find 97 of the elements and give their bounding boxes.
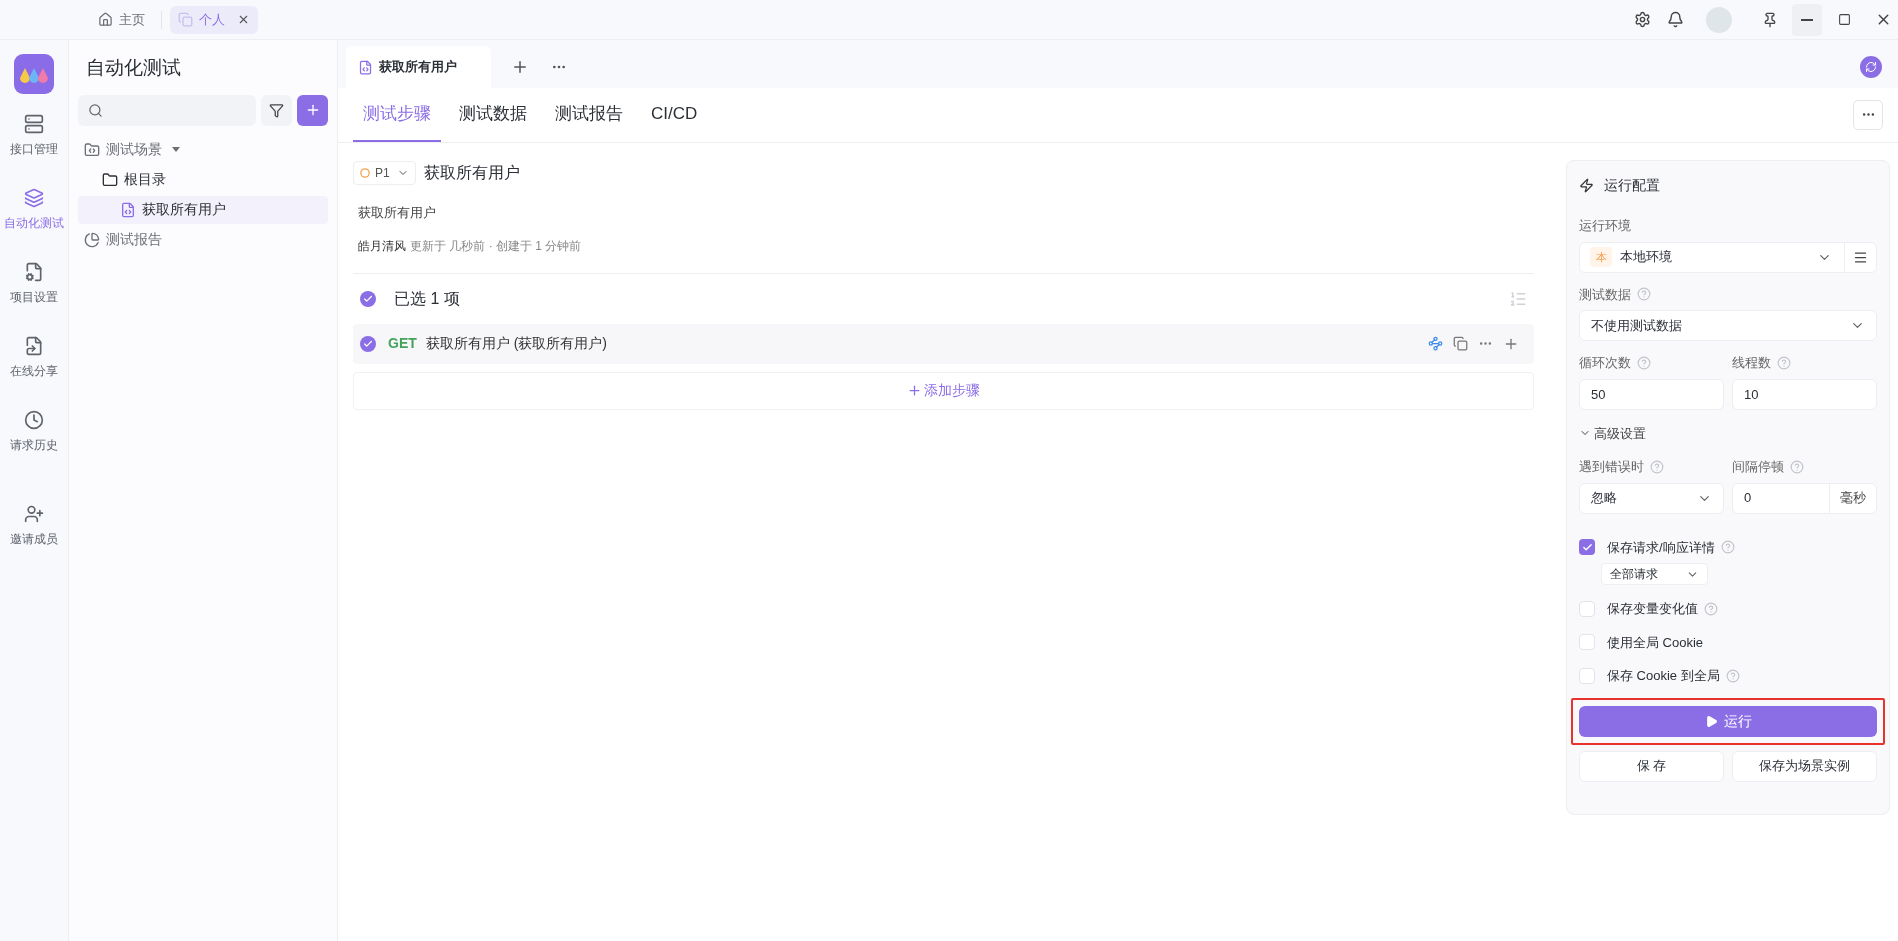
- interval-input[interactable]: 0 毫秒: [1732, 482, 1877, 514]
- plus-icon: [907, 383, 922, 398]
- check-icon: [1581, 541, 1593, 553]
- play-icon: [1704, 714, 1718, 728]
- tree-item[interactable]: 测试报告: [78, 225, 328, 254]
- add-button[interactable]: [297, 94, 328, 126]
- copy-icon[interactable]: [1453, 336, 1468, 351]
- nav-icon: [24, 114, 44, 134]
- refresh-button[interactable]: [1860, 56, 1882, 78]
- selection-count: 已选 1 项: [394, 288, 460, 309]
- nav-item[interactable]: 接口管理: [0, 114, 68, 158]
- number-input[interactable]: 10: [1732, 378, 1877, 410]
- section-tab[interactable]: 测试报告: [545, 87, 633, 142]
- advanced-toggle[interactable]: 高级设置: [1579, 423, 1646, 443]
- nav-item[interactable]: 项目设置: [0, 262, 68, 306]
- tree-item[interactable]: 根目录: [78, 165, 328, 194]
- app-logo[interactable]: [14, 54, 54, 94]
- check-icon: [363, 338, 373, 349]
- checkbox[interactable]: [360, 335, 376, 352]
- minimize-button[interactable]: [1792, 3, 1822, 36]
- nav-icon: [24, 188, 44, 208]
- option-label: 使用全局 Cookie: [1607, 633, 1704, 652]
- folder-icon: [102, 171, 118, 188]
- bell-icon[interactable]: [1667, 11, 1684, 28]
- checkbox[interactable]: [1579, 667, 1595, 684]
- nav-item[interactable]: 邀请成员: [10, 504, 58, 548]
- search-icon: [88, 102, 103, 118]
- priority-dot-icon: [360, 168, 370, 178]
- minus-icon: [1801, 18, 1813, 21]
- request-scope-select[interactable]: 全部请求: [1601, 563, 1708, 585]
- environment-badge: 本: [1590, 247, 1612, 267]
- user-plus-icon: [24, 504, 44, 524]
- lightning-icon: [1579, 178, 1594, 193]
- section-tab[interactable]: CI/CD: [641, 87, 708, 142]
- http-method: GET: [388, 334, 417, 353]
- section-tab[interactable]: 测试步骤: [353, 87, 441, 142]
- environment-select[interactable]: 本 本地环境: [1579, 241, 1877, 273]
- priority-select[interactable]: P1: [353, 161, 416, 185]
- settings-icon[interactable]: [1634, 11, 1651, 28]
- number-input[interactable]: 50: [1579, 378, 1724, 410]
- home-icon: [98, 12, 113, 27]
- menu-icon[interactable]: [1853, 249, 1868, 265]
- pin-icon[interactable]: [1762, 11, 1778, 28]
- link-icon[interactable]: [1428, 336, 1443, 351]
- document-tab[interactable]: 获取所有用户: [346, 46, 491, 88]
- tree-item[interactable]: 测试场景: [78, 135, 328, 164]
- save-as-instance-button[interactable]: 保存为场景实例: [1732, 750, 1877, 782]
- filter-icon: [269, 102, 284, 118]
- close-icon[interactable]: [237, 13, 250, 26]
- maximize-button[interactable]: [1838, 13, 1851, 26]
- nav-item[interactable]: 在线分享: [0, 336, 68, 380]
- panel-title: 运行配置: [1604, 176, 1660, 195]
- step-name: 获取所有用户 (获取所有用户): [425, 334, 607, 353]
- option-label: 保存变量变化值: [1607, 600, 1698, 618]
- field-label: 运行环境: [1579, 217, 1632, 235]
- field-label: 循环次数: [1579, 354, 1631, 372]
- scenario-name: 获取所有用户: [423, 163, 520, 183]
- add-step-button[interactable]: 添加步骤: [353, 371, 1534, 410]
- file-code-icon: [358, 59, 373, 75]
- pie-chart-icon: [84, 231, 100, 248]
- caret-icon[interactable]: [172, 147, 180, 152]
- unit-label: 毫秒: [1839, 489, 1867, 508]
- new-tab-button[interactable]: [511, 58, 529, 76]
- filter-button[interactable]: [261, 94, 292, 126]
- timestamps-text: 更新于 几秒前 · 创建于 1 分钟前: [410, 237, 582, 255]
- nav-item[interactable]: 自动化测试: [0, 188, 68, 232]
- save-button[interactable]: 保 存: [1579, 750, 1724, 782]
- author-name: 皓月清风: [358, 237, 406, 255]
- test-data-select[interactable]: 不使用测试数据: [1579, 310, 1877, 341]
- file-code-icon: [84, 141, 100, 158]
- step-row[interactable]: GET 获取所有用户 (获取所有用户): [353, 323, 1534, 364]
- run-button[interactable]: 运行: [1579, 705, 1877, 737]
- sidebar-title: 自动化测试: [85, 56, 182, 80]
- field-label: 遇到错误时: [1579, 458, 1644, 476]
- option-label: 保存请求/响应详情: [1607, 538, 1715, 557]
- section-tab[interactable]: 测试数据: [449, 87, 537, 142]
- nav-item[interactable]: 请求历史: [0, 410, 68, 454]
- refresh-icon: [1865, 61, 1877, 73]
- checkbox[interactable]: [1579, 539, 1595, 556]
- field-label: 间隔停顿: [1732, 458, 1784, 476]
- tree-item[interactable]: 获取所有用户: [78, 195, 328, 224]
- search-field[interactable]: [78, 94, 256, 126]
- checkbox[interactable]: [360, 290, 376, 307]
- window-tab[interactable]: 主页: [90, 5, 153, 34]
- file-code-icon: [120, 201, 136, 218]
- scenario-description: 获取所有用户: [358, 204, 437, 222]
- on-error-select[interactable]: 忽略: [1579, 482, 1724, 514]
- checkbox[interactable]: [1579, 634, 1595, 651]
- nav-icon: [24, 262, 44, 282]
- copy-icon: [178, 12, 193, 27]
- checkbox[interactable]: [1579, 600, 1595, 617]
- field-label: 测试数据: [1579, 285, 1631, 304]
- nav-icon: [24, 336, 44, 356]
- nav-icon: [24, 410, 44, 430]
- field-label: 线程数: [1732, 354, 1771, 372]
- check-icon: [363, 293, 373, 304]
- option-label: 保存 Cookie 到全局: [1607, 667, 1720, 685]
